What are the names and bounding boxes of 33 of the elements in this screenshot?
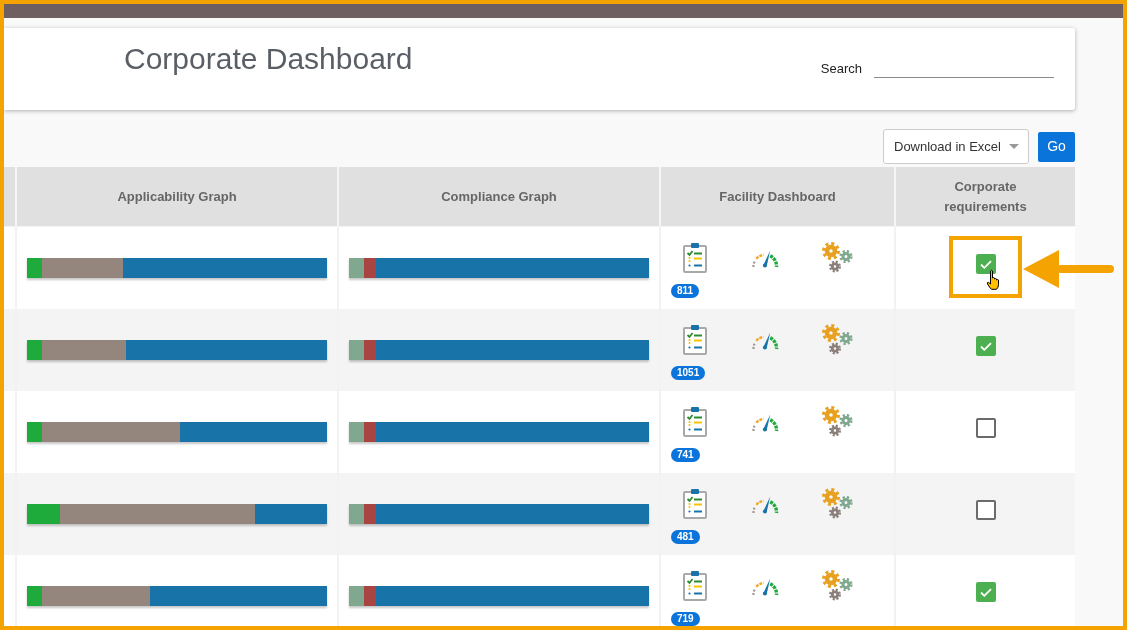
column-header: Corporate requirements bbox=[943, 177, 1028, 216]
count-badge: 1051 bbox=[671, 366, 706, 380]
count-badge: 481 bbox=[671, 530, 700, 544]
clipboard-checklist-icon[interactable] bbox=[683, 243, 707, 273]
gears-icon[interactable] bbox=[822, 324, 853, 355]
check-icon bbox=[979, 259, 992, 269]
clipboard-checklist-icon[interactable] bbox=[683, 571, 707, 601]
export-select[interactable]: Download in Excel bbox=[883, 129, 1029, 164]
check-icon bbox=[979, 587, 992, 597]
count-badge: 741 bbox=[671, 448, 700, 462]
search-label: Search bbox=[820, 60, 862, 78]
column-header: Compliance Graph bbox=[441, 187, 557, 206]
checkbox[interactable] bbox=[975, 418, 996, 438]
gears-icon[interactable] bbox=[822, 570, 853, 601]
go-button[interactable]: Go bbox=[1038, 131, 1075, 162]
gears-icon[interactable] bbox=[822, 406, 853, 437]
caret-icon bbox=[1009, 144, 1019, 149]
check-icon bbox=[979, 341, 992, 351]
count-badge: 811 bbox=[671, 284, 700, 298]
column-header: Applicability Graph bbox=[117, 187, 237, 206]
clipboard-checklist-icon[interactable] bbox=[683, 325, 707, 355]
gears-icon[interactable] bbox=[822, 488, 853, 519]
clipboard-checklist-icon[interactable] bbox=[683, 407, 707, 437]
gears-icon[interactable] bbox=[822, 242, 853, 273]
clipboard-checklist-icon[interactable] bbox=[683, 489, 707, 519]
hand-cursor-icon bbox=[984, 269, 1001, 290]
checkbox[interactable] bbox=[975, 582, 996, 602]
page-title: Corporate Dashboard bbox=[124, 41, 413, 77]
count-badge: 719 bbox=[671, 612, 700, 626]
checkbox[interactable] bbox=[975, 500, 996, 520]
column-header: Facility Dashboard bbox=[719, 187, 836, 206]
checkbox[interactable] bbox=[975, 336, 996, 356]
arrow-icon bbox=[1022, 250, 1114, 288]
